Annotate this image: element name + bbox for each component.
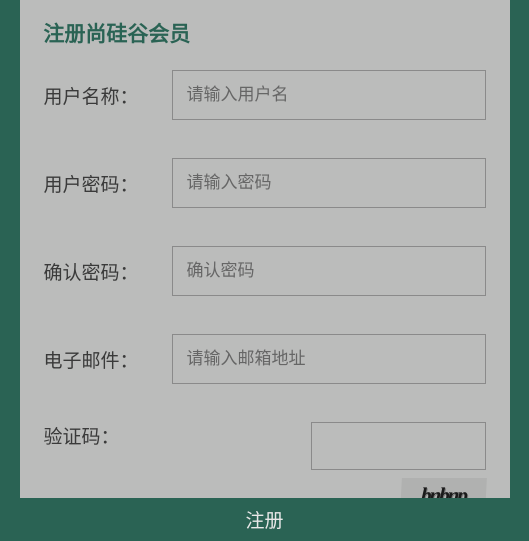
password-label: 用户密码： (44, 170, 172, 197)
confirm-password-input[interactable] (172, 246, 486, 296)
captcha-label: 验证码： (44, 422, 172, 449)
confirm-password-label: 确认密码： (44, 258, 172, 285)
confirm-password-row: 确认密码： (44, 246, 486, 296)
form-title: 注册尚硅谷会员 (44, 18, 486, 48)
captcha-input[interactable] (311, 422, 486, 470)
email-label: 电子邮件： (44, 346, 172, 373)
username-label: 用户名称： (44, 82, 172, 109)
submit-button[interactable]: 注册 (0, 498, 529, 541)
username-row: 用户名称： (44, 70, 486, 120)
email-row: 电子邮件： (44, 334, 486, 384)
registration-form: 注册尚硅谷会员 用户名称： 用户密码： 确认密码： 电子邮件： 验证码： bnb… (20, 0, 510, 498)
email-input[interactable] (172, 334, 486, 384)
username-input[interactable] (172, 70, 486, 120)
password-row: 用户密码： (44, 158, 486, 208)
password-input[interactable] (172, 158, 486, 208)
